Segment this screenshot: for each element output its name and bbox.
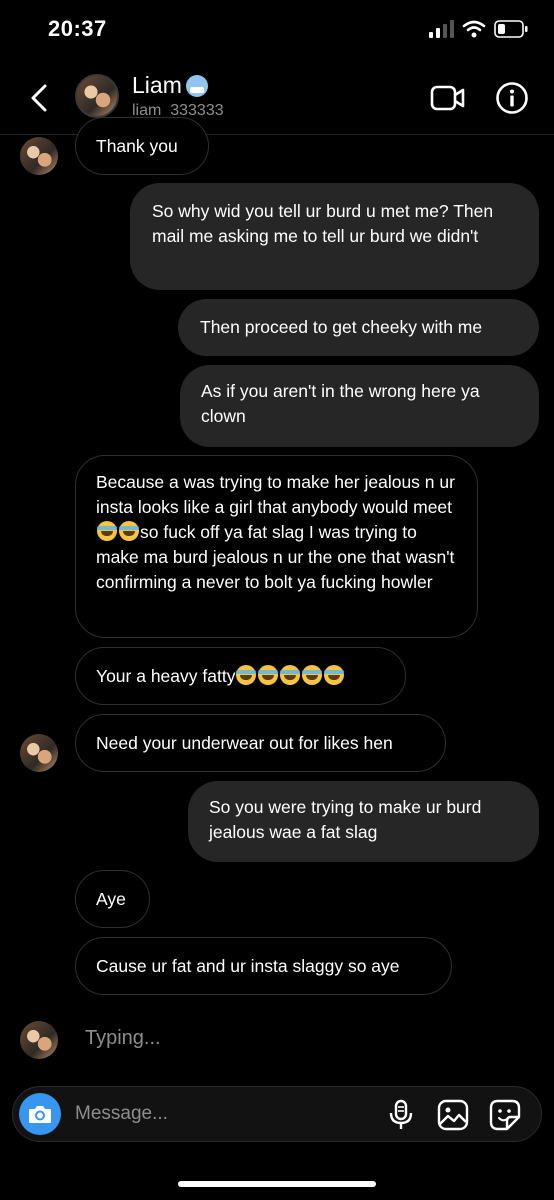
gallery-button[interactable] [435, 1097, 471, 1133]
laughing-emoji-icon [119, 521, 139, 541]
signal-icon [429, 20, 454, 38]
message-text: Then proceed to get cheeky with me [200, 317, 483, 337]
message-text: As if you aren't in the wrong here ya cl… [201, 381, 480, 426]
message-text: Thank you [96, 136, 178, 156]
laughing-emoji-icon [280, 665, 301, 685]
message-incoming[interactable]: Aye [75, 870, 150, 928]
cold-face-emoji-icon [185, 74, 208, 97]
message-text: Cause ur fat and ur insta slaggy so aye [96, 956, 400, 976]
microphone-icon [389, 1099, 413, 1129]
message-outgoing[interactable]: So you were trying to make ur burd jealo… [188, 781, 539, 862]
sticker-icon [489, 1099, 521, 1131]
chevron-left-icon [31, 84, 47, 112]
message-text: so fuck off ya fat slag I was trying to … [96, 522, 455, 592]
message-outgoing[interactable]: Then proceed to get cheeky with me [178, 299, 539, 356]
message-incoming[interactable]: Thank you [75, 117, 209, 175]
message-input[interactable]: Message... [75, 1103, 168, 1125]
sticker-button[interactable] [487, 1097, 523, 1133]
sender-avatar[interactable] [20, 734, 58, 772]
message-incoming[interactable]: Cause ur fat and ur insta slaggy so aye [75, 937, 452, 995]
message-text: Because a was trying to make her jealous… [96, 472, 455, 517]
image-icon [437, 1099, 469, 1131]
sender-avatar[interactable] [20, 137, 58, 175]
contact-avatar[interactable] [75, 74, 119, 118]
info-button[interactable] [492, 78, 532, 118]
status-time: 20:37 [48, 16, 107, 41]
wifi-icon [462, 20, 486, 38]
typing-indicator: Typing... [85, 1027, 161, 1049]
message-incoming[interactable]: Need your underwear out for likes hen [75, 714, 446, 772]
message-incoming[interactable]: Because a was trying to make her jealous… [75, 455, 478, 638]
back-button[interactable] [22, 78, 56, 118]
laughing-emoji-icon [97, 521, 117, 541]
status-bar: 20:37 [0, 0, 554, 60]
video-call-button[interactable] [428, 78, 468, 118]
message-text: Your a heavy fatty [96, 666, 236, 686]
chat-header: Liam liam_333333 [0, 60, 554, 135]
typing-avatar [20, 1021, 58, 1059]
info-icon [496, 82, 528, 114]
camera-icon [29, 1106, 51, 1123]
video-camera-icon [430, 85, 465, 111]
battery-icon [494, 20, 528, 38]
laughing-emoji-icon [324, 665, 345, 685]
camera-button[interactable] [19, 1093, 61, 1135]
message-outgoing[interactable]: So why wid you tell ur burd u met me? Th… [130, 183, 539, 290]
message-text: So you were trying to make ur burd jealo… [209, 797, 482, 842]
message-text: Need your underwear out for likes hen [96, 733, 393, 753]
contact-name: Liam [132, 72, 182, 98]
laughing-emoji-icon [258, 665, 279, 685]
laughing-emoji-icon [302, 665, 323, 685]
message-composer: Message... [12, 1086, 542, 1142]
message-text: So why wid you tell ur burd u met me? Th… [152, 201, 494, 246]
home-indicator[interactable] [178, 1181, 376, 1187]
message-incoming[interactable]: Your a heavy fatty [75, 647, 406, 705]
message-outgoing[interactable]: As if you aren't in the wrong here ya cl… [180, 365, 539, 447]
contact-name-row[interactable]: Liam [132, 72, 208, 99]
message-text: Aye [96, 889, 126, 909]
status-icons [428, 20, 528, 38]
laughing-emoji-icon [236, 665, 257, 685]
voice-message-button[interactable] [383, 1097, 419, 1133]
